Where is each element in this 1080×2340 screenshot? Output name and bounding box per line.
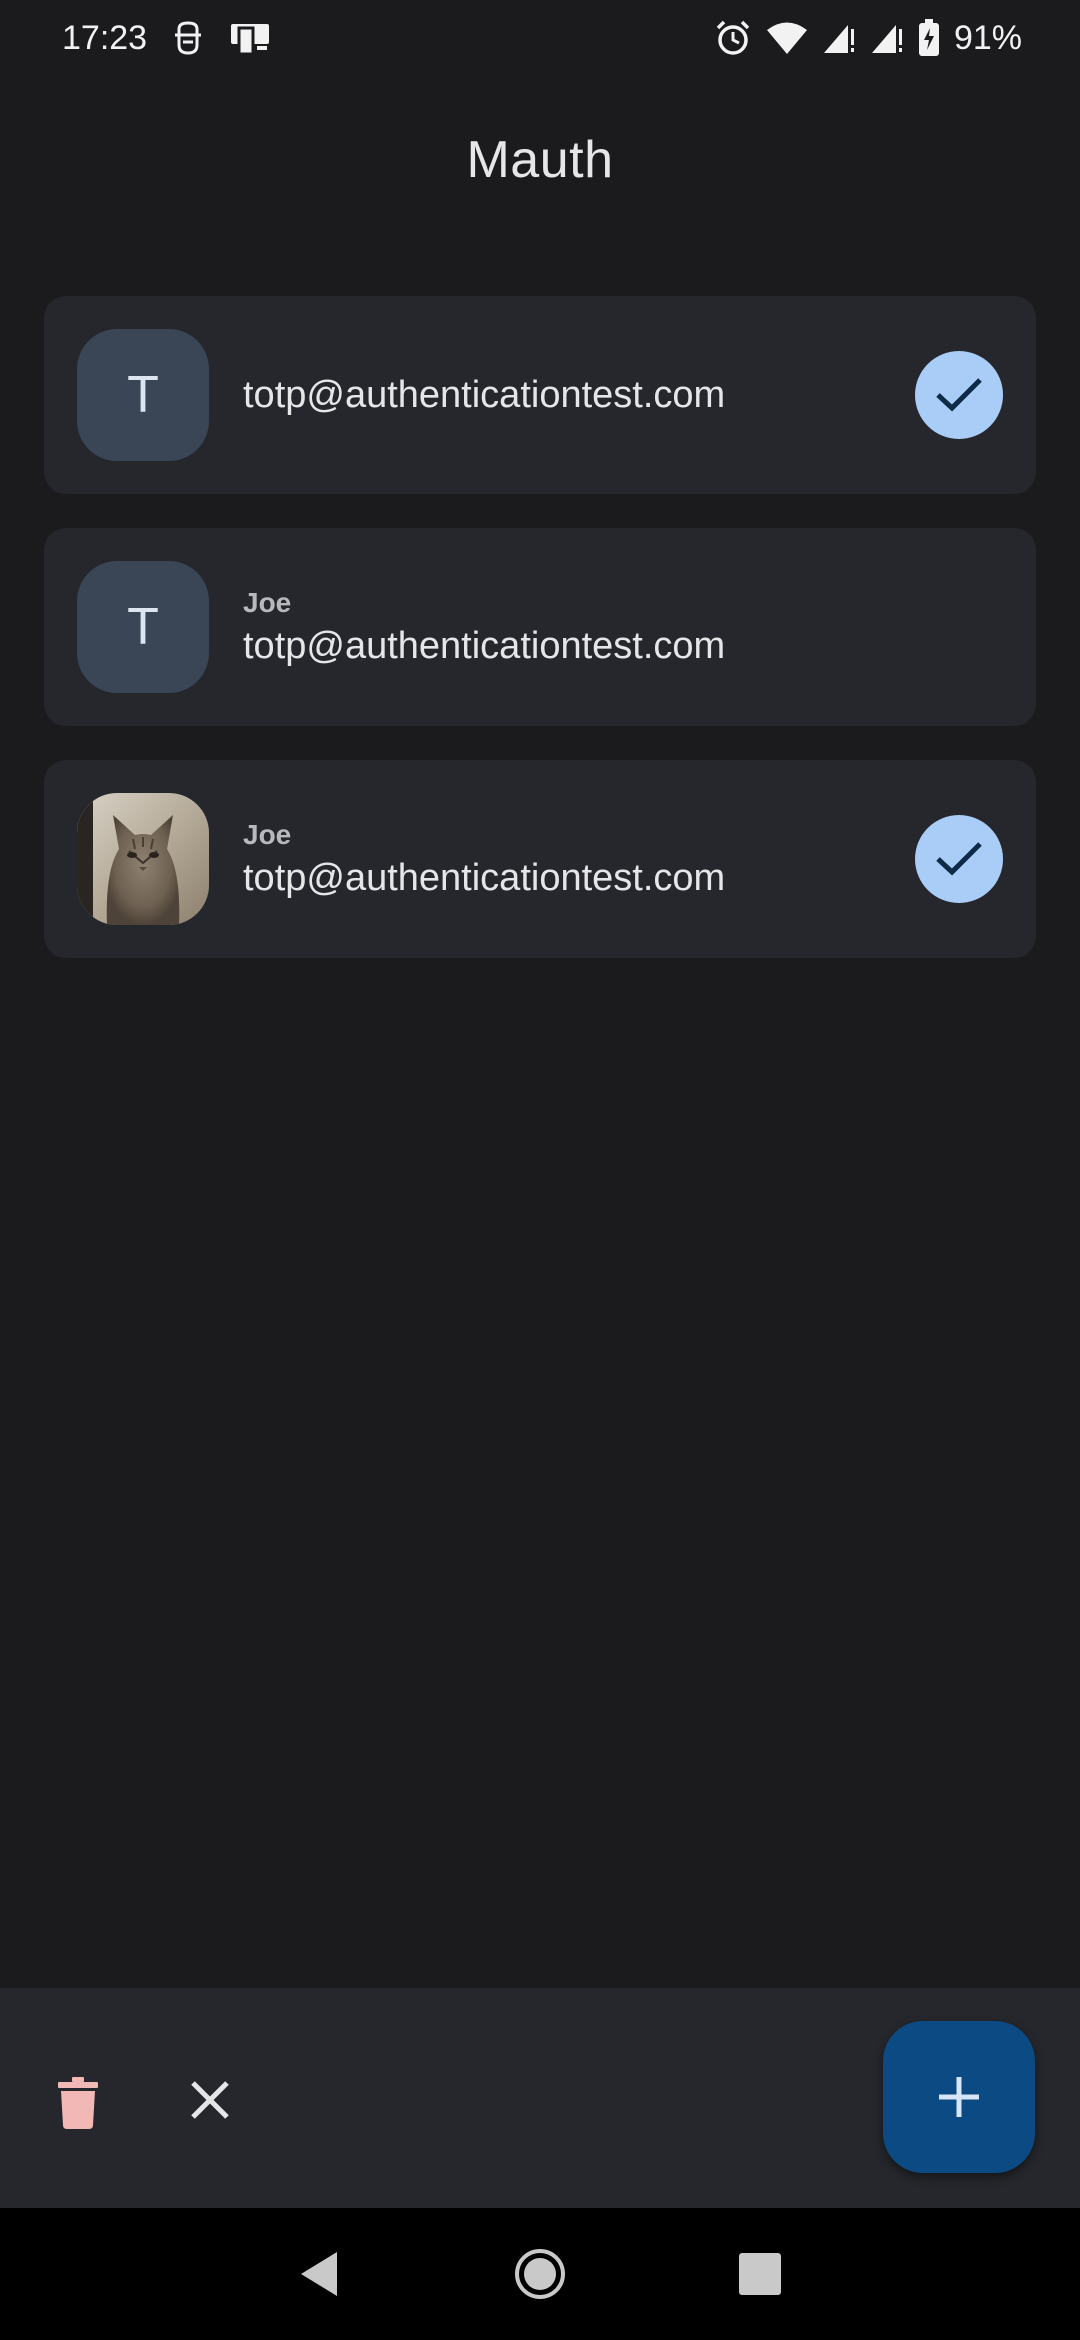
page-title: Mauth — [466, 131, 614, 189]
system-nav-bar — [0, 2208, 1080, 2340]
nav-home-button[interactable] — [510, 2244, 570, 2304]
close-selection-button[interactable] — [178, 2068, 242, 2132]
add-icon — [939, 2077, 979, 2117]
check-icon — [936, 842, 982, 876]
avatar-letter: T — [127, 598, 159, 656]
avatar: T — [77, 561, 209, 693]
account-card[interactable]: T Joe totp@authenticationtest.com — [44, 528, 1036, 726]
account-card[interactable]: T totp@authenticationtest.com — [44, 296, 1036, 494]
close-icon — [191, 2081, 229, 2119]
battery-charging-icon — [918, 19, 940, 57]
wifi-icon — [766, 21, 808, 55]
avatar-photo — [77, 793, 209, 925]
status-left: 17:23 — [62, 19, 271, 58]
account-list: T totp@authenticationtest.com T Joe totp… — [44, 296, 1036, 992]
delete-icon — [58, 2077, 98, 2129]
signal-icon — [870, 21, 904, 55]
home-circle-icon — [515, 2249, 565, 2299]
status-bar: 17:23 91% — [0, 0, 1080, 76]
account-issuer: Joe — [243, 818, 292, 850]
account-text: Joe totp@authenticationtest.com — [243, 528, 725, 726]
face-unlock-icon — [173, 21, 203, 55]
selected-check-badge[interactable] — [915, 815, 1003, 903]
add-account-button[interactable] — [883, 2021, 1035, 2173]
delete-button[interactable] — [48, 2070, 108, 2136]
screen-cast-icon — [229, 20, 271, 56]
signal-icon — [822, 21, 856, 55]
account-text: Joe totp@authenticationtest.com — [243, 760, 725, 958]
status-time: 17:23 — [62, 18, 148, 57]
avatar-letter: T — [127, 366, 159, 424]
selected-check-badge[interactable] — [915, 351, 1003, 439]
account-email: totp@authenticationtest.com — [243, 373, 726, 416]
back-triangle-icon — [301, 2252, 337, 2296]
account-issuer: Joe — [243, 586, 292, 618]
recents-square-icon — [739, 2253, 781, 2295]
battery-percent: 91% — [953, 18, 1022, 57]
account-card[interactable]: Joe totp@authenticationtest.com — [44, 760, 1036, 958]
status-right: 91% — [714, 19, 1022, 58]
app-screen: 17:23 91% Mauth T totp@authenticationtes… — [0, 0, 1080, 2340]
account-email: totp@authenticationtest.com — [243, 856, 726, 899]
account-email: totp@authenticationtest.com — [243, 624, 726, 667]
cat-photo — [77, 793, 209, 925]
bottom-action-bar — [0, 1988, 1080, 2208]
check-icon — [936, 378, 982, 412]
account-text: totp@authenticationtest.com — [243, 296, 725, 494]
nav-back-button[interactable] — [289, 2244, 349, 2304]
nav-recents-button[interactable] — [730, 2244, 790, 2304]
alarm-icon — [714, 19, 752, 57]
avatar: T — [77, 329, 209, 461]
